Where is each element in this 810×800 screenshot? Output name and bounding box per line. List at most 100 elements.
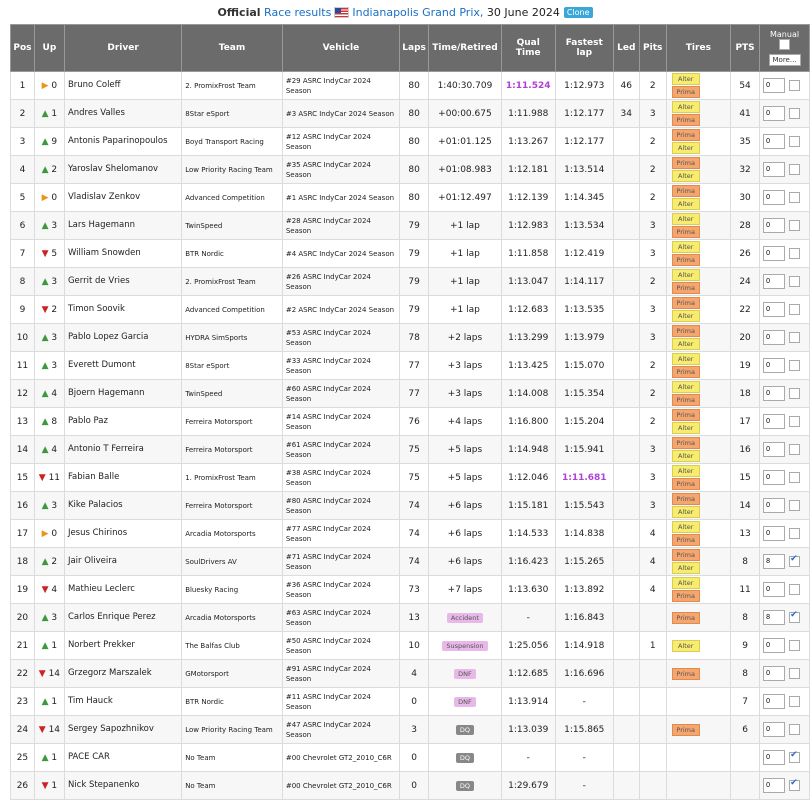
manual-checkbox[interactable] bbox=[789, 584, 801, 595]
manual-checkbox[interactable] bbox=[789, 192, 801, 203]
manual-points-input[interactable] bbox=[763, 694, 786, 709]
team-name[interactable]: Advanced Competition bbox=[181, 183, 283, 212]
driver-name[interactable]: Lars Hagemann bbox=[63, 211, 183, 240]
table-row[interactable]: 22 ▼ 14 Grzegorz Marszalek GMotorsport #91 A… bbox=[10, 659, 810, 688]
table-row[interactable]: 11 ▲ 3 Everett Dumont 8Star eSport #33 ASRC … bbox=[10, 351, 810, 380]
driver-name[interactable]: Bruno Coleff bbox=[63, 71, 183, 100]
column-header-laps[interactable]: Laps bbox=[399, 24, 430, 72]
manual-checkbox[interactable] bbox=[789, 444, 801, 455]
table-row[interactable]: 19 ▼ 4 Mathieu Leclerc Bluesky Racing #36 AS… bbox=[10, 575, 810, 604]
manual-points-input[interactable] bbox=[763, 302, 786, 317]
manual-points-input[interactable] bbox=[763, 330, 786, 345]
manual-checkbox[interactable] bbox=[789, 610, 801, 623]
manual-points-input[interactable] bbox=[763, 78, 786, 93]
table-row[interactable]: 17 ▶ 0 Jesus Chirinos Arcadia Motorsports #7… bbox=[10, 519, 810, 548]
column-header-pits[interactable]: Pits bbox=[638, 24, 667, 72]
driver-name[interactable]: Jesus Chirinos bbox=[63, 519, 183, 548]
team-name[interactable]: Boyd Transport Racing bbox=[181, 127, 283, 156]
manual-checkbox[interactable] bbox=[789, 80, 801, 91]
team-name[interactable]: Arcadia Motorsports bbox=[181, 519, 283, 548]
driver-name[interactable]: PACE CAR bbox=[63, 743, 183, 772]
table-row[interactable]: 18 ▲ 2 Jair Oliveira SoulDrivers AV #71 ASRC… bbox=[10, 547, 810, 576]
manual-points-input[interactable] bbox=[763, 246, 786, 261]
table-row[interactable]: 12 ▲ 4 Bjoern Hagemann TwinSpeed #60 ASRC In… bbox=[10, 379, 810, 408]
column-header-driver[interactable]: Driver bbox=[63, 24, 183, 72]
team-name[interactable]: TwinSpeed bbox=[181, 379, 283, 408]
team-name[interactable]: The Balfas Club bbox=[181, 631, 283, 660]
clone-button[interactable]: Clone bbox=[563, 6, 593, 18]
manual-checkbox[interactable] bbox=[789, 472, 801, 483]
table-row[interactable]: 4 ▲ 2 Yaroslav Shelomanov Low Priority Raci… bbox=[10, 155, 810, 184]
driver-name[interactable]: Nick Stepanenko bbox=[63, 771, 183, 800]
team-name[interactable]: BTR Nordic bbox=[181, 239, 283, 268]
manual-checkbox[interactable] bbox=[789, 388, 801, 399]
manual-checkbox[interactable] bbox=[789, 416, 801, 427]
manual-points-input[interactable] bbox=[763, 386, 786, 401]
manual-points-input[interactable] bbox=[763, 162, 786, 177]
manual-points-input[interactable] bbox=[763, 582, 786, 597]
driver-name[interactable]: Sergey Sapozhnikov bbox=[63, 715, 183, 744]
manual-checkbox[interactable] bbox=[789, 220, 801, 231]
manual-checkbox[interactable] bbox=[789, 724, 801, 735]
driver-name[interactable]: Gerrit de Vries bbox=[63, 267, 183, 296]
manual-points-input[interactable] bbox=[763, 274, 786, 289]
driver-name[interactable]: Carlos Enrique Perez bbox=[63, 603, 183, 632]
driver-name[interactable]: Everett Dumont bbox=[63, 351, 183, 380]
team-name[interactable]: Advanced Competition bbox=[181, 295, 283, 324]
manual-all-checkbox[interactable] bbox=[779, 39, 791, 50]
driver-name[interactable]: Antonis Paparinopoulos bbox=[63, 127, 183, 156]
team-name[interactable]: TwinSpeed bbox=[181, 211, 283, 240]
manual-points-input[interactable] bbox=[763, 610, 786, 625]
manual-checkbox[interactable] bbox=[789, 332, 801, 343]
manual-points-input[interactable] bbox=[763, 722, 786, 737]
column-header-tires[interactable]: Tires bbox=[665, 24, 732, 72]
driver-name[interactable]: Pablo Paz bbox=[63, 407, 183, 436]
column-header-time-retired[interactable]: Time/Retired bbox=[428, 24, 502, 72]
driver-name[interactable]: Timon Soovik bbox=[63, 295, 183, 324]
manual-points-input[interactable] bbox=[763, 638, 786, 653]
manual-checkbox[interactable] bbox=[789, 360, 801, 371]
table-row[interactable]: 21 ▲ 1 Norbert Prekker The Balfas Club #50 A… bbox=[10, 631, 810, 660]
manual-points-input[interactable] bbox=[763, 218, 786, 233]
team-name[interactable]: 2. PromixFrost Team bbox=[181, 71, 283, 100]
manual-checkbox[interactable] bbox=[789, 248, 801, 259]
manual-checkbox[interactable] bbox=[789, 696, 801, 707]
manual-points-input[interactable] bbox=[763, 358, 786, 373]
driver-name[interactable]: Andres Valles bbox=[63, 99, 183, 128]
driver-name[interactable]: Pablo Lopez Garcia bbox=[63, 323, 183, 352]
table-row[interactable]: 23 ▲ 1 Tim Hauck BTR Nordic #11 ASRC IndyCar… bbox=[10, 687, 810, 716]
driver-name[interactable]: Tim Hauck bbox=[63, 687, 183, 716]
table-row[interactable]: 16 ▲ 3 Kike Palacios Ferreira Motorsport #80… bbox=[10, 491, 810, 520]
driver-name[interactable]: Grzegorz Marszalek bbox=[63, 659, 183, 688]
table-row[interactable]: 8 ▲ 3 Gerrit de Vries 2. PromixFrost Team #2… bbox=[10, 267, 810, 296]
table-row[interactable]: 25 ▲ 1 PACE CAR No Team #00 Chevrolet GT2_20… bbox=[10, 743, 810, 772]
manual-points-input[interactable] bbox=[763, 750, 786, 765]
team-name[interactable]: 2. PromixFrost Team bbox=[181, 267, 283, 296]
manual-points-input[interactable] bbox=[763, 442, 786, 457]
team-name[interactable]: GMotorsport bbox=[181, 659, 283, 688]
manual-checkbox[interactable] bbox=[789, 276, 801, 287]
manual-checkbox[interactable] bbox=[789, 528, 801, 539]
table-row[interactable]: 1 ▶ 0 Bruno Coleff 2. PromixFrost Team #29 A… bbox=[10, 71, 810, 100]
manual-checkbox[interactable] bbox=[789, 750, 801, 763]
manual-points-input[interactable] bbox=[763, 554, 786, 569]
driver-name[interactable]: Antonio T Ferreira bbox=[63, 435, 183, 464]
manual-points-input[interactable] bbox=[763, 666, 786, 681]
driver-name[interactable]: Bjoern Hagemann bbox=[63, 379, 183, 408]
manual-points-input[interactable] bbox=[763, 414, 786, 429]
table-row[interactable]: 24 ▼ 14 Sergey Sapozhnikov Low Priority Rac… bbox=[10, 715, 810, 744]
manual-points-input[interactable] bbox=[763, 190, 786, 205]
manual-checkbox[interactable] bbox=[789, 640, 801, 651]
column-header-vehicle[interactable]: Vehicle bbox=[281, 24, 401, 72]
table-row[interactable]: 26 ▼ 1 Nick Stepanenko No Team #00 Chevrolet… bbox=[10, 771, 810, 800]
driver-name[interactable]: Yaroslav Shelomanov bbox=[63, 155, 183, 184]
manual-points-input[interactable] bbox=[763, 470, 786, 485]
team-name[interactable]: SoulDrivers AV bbox=[181, 547, 283, 576]
team-name[interactable]: HYDRA SimSports bbox=[181, 323, 283, 352]
team-name[interactable]: Ferreira Motorsport bbox=[181, 491, 283, 520]
manual-checkbox[interactable] bbox=[789, 164, 801, 175]
table-row[interactable]: 10 ▲ 3 Pablo Lopez Garcia HYDRA SimSports #5… bbox=[10, 323, 810, 352]
table-row[interactable]: 5 ▶ 0 Vladislav Zenkov Advanced Competition… bbox=[10, 183, 810, 212]
driver-name[interactable]: Norbert Prekker bbox=[63, 631, 183, 660]
table-row[interactable]: 2 ▲ 1 Andres Valles 8Star eSport #3 ASRC Ind… bbox=[10, 99, 810, 128]
